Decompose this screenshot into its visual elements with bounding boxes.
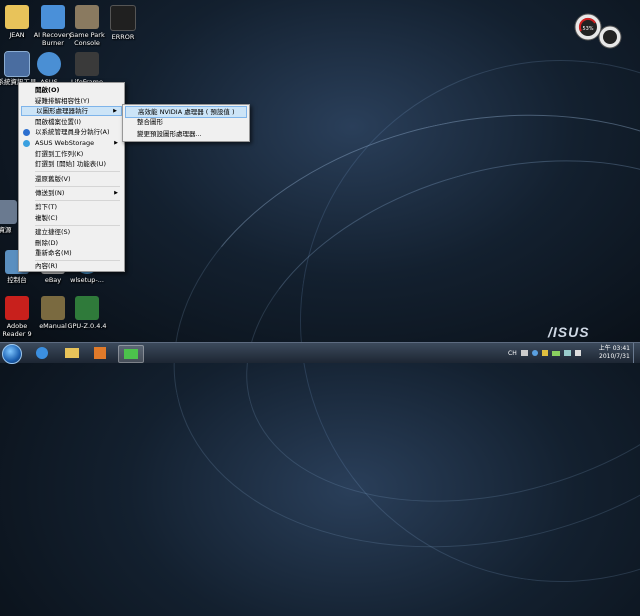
clock[interactable]: 上午 03:41 2010/7/31 bbox=[599, 345, 630, 361]
menu-item-create-shortcut[interactable]: 建立捷徑(S) bbox=[21, 227, 122, 237]
disc-icon bbox=[41, 5, 65, 29]
menu-item-pin-start[interactable]: 釘選到 [開始] 功能表(U) bbox=[21, 159, 122, 169]
menu-separator bbox=[35, 200, 120, 201]
submenu-item-integrated[interactable]: 整合圖形 bbox=[125, 117, 247, 127]
explorer-icon bbox=[65, 348, 79, 358]
gauge-value: 53% bbox=[582, 26, 593, 32]
game-icon bbox=[75, 5, 99, 29]
desktop-icon-error[interactable]: ERROR bbox=[101, 5, 145, 41]
start-button[interactable] bbox=[2, 344, 22, 364]
menu-separator bbox=[35, 225, 120, 226]
volume-icon[interactable] bbox=[574, 350, 581, 356]
camera-icon bbox=[75, 52, 99, 76]
menu-separator bbox=[35, 186, 120, 187]
menu-item-copy[interactable]: 複製(C) bbox=[21, 213, 122, 223]
menu-item-pin-taskbar[interactable]: 釘選到工作列(K) bbox=[21, 149, 122, 159]
globe-icon bbox=[37, 52, 61, 76]
taskbar-media-player[interactable] bbox=[88, 345, 112, 361]
menu-item-asus-webstorage[interactable]: ASUS WebStorage ▶ bbox=[21, 138, 122, 148]
network-app-icon bbox=[124, 349, 138, 359]
menu-item-run-as-admin[interactable]: 以系統管理員身分執行(A) bbox=[21, 127, 122, 137]
submenu-item-change-default[interactable]: 變更預設圖形處理器... bbox=[125, 129, 247, 139]
clock-time: 上午 03:41 bbox=[598, 345, 630, 352]
tools-icon bbox=[4, 51, 30, 77]
taskbar-network-app[interactable] bbox=[118, 345, 144, 363]
taskbar-ie[interactable] bbox=[30, 345, 54, 361]
gpu-submenu: 高效能 NVIDIA 處理器 ( 預設值 ) 整合圖形 變更預設圖形處理器... bbox=[122, 104, 250, 142]
menu-separator bbox=[35, 171, 120, 172]
menu-item-cut[interactable]: 剪下(T) bbox=[21, 202, 122, 212]
menu-item-open[interactable]: 開啟(O) bbox=[21, 85, 122, 95]
desktop-icon-gpu-z[interactable]: GPU-Z.0.4.4 bbox=[65, 296, 109, 330]
menu-item-troubleshoot[interactable]: 疑難排解相容性(Y) bbox=[21, 96, 122, 106]
folder-icon bbox=[5, 5, 29, 29]
battery-icon[interactable] bbox=[551, 350, 560, 356]
language-indicator[interactable]: CH bbox=[508, 350, 517, 357]
desktop-icon-lifeframe[interactable]: LifeFrame bbox=[65, 52, 109, 86]
network-icon[interactable] bbox=[563, 350, 571, 356]
menu-item-open-location[interactable]: 開啟檔案位置(I) bbox=[21, 117, 122, 127]
webstorage-icon bbox=[23, 140, 30, 147]
chevron-right-icon: ▶ bbox=[114, 190, 118, 196]
file-icon bbox=[110, 5, 136, 31]
menu-item-restore-previous[interactable]: 還原舊版(V) bbox=[21, 174, 122, 184]
context-menu: 開啟(O) 疑難排解相容性(Y) 以圖形處理器執行 ▶ 開啟檔案位置(I) 以系統… bbox=[18, 82, 125, 272]
flag-icon[interactable] bbox=[541, 350, 548, 356]
shield-icon bbox=[23, 129, 30, 136]
menu-item-properties[interactable]: 內容(R) bbox=[21, 261, 122, 271]
asus-logo: /ISUS bbox=[548, 324, 590, 340]
desktop-icon-resource[interactable]: 資源 bbox=[0, 200, 20, 234]
gauge-gadget[interactable]: 53% bbox=[572, 11, 622, 51]
menu-item-rename[interactable]: 重新命名(M) bbox=[21, 248, 122, 258]
keyboard-icon[interactable] bbox=[520, 350, 528, 356]
menu-item-run-with-gpu[interactable]: 以圖形處理器執行 ▶ bbox=[21, 106, 122, 116]
menu-item-send-to[interactable]: 傳送到(N) ▶ bbox=[21, 188, 122, 198]
gpu-icon bbox=[75, 296, 99, 320]
show-desktop-button[interactable] bbox=[633, 343, 640, 363]
menu-item-delete[interactable]: 刪除(D) bbox=[21, 238, 122, 248]
chevron-right-icon: ▶ bbox=[114, 140, 118, 146]
chevron-right-icon: ▶ bbox=[113, 108, 117, 114]
clock-date: 2010/7/31 bbox=[599, 353, 630, 360]
book-icon bbox=[41, 296, 65, 320]
system-tray: CH bbox=[508, 347, 581, 359]
taskbar-explorer[interactable] bbox=[60, 345, 84, 361]
computer-icon bbox=[0, 200, 17, 224]
ie-icon bbox=[36, 347, 48, 359]
taskbar: CH 上午 03:41 2010/7/31 bbox=[0, 342, 640, 364]
help-icon[interactable] bbox=[531, 350, 538, 356]
media-player-icon bbox=[94, 347, 106, 359]
pdf-icon bbox=[5, 296, 29, 320]
